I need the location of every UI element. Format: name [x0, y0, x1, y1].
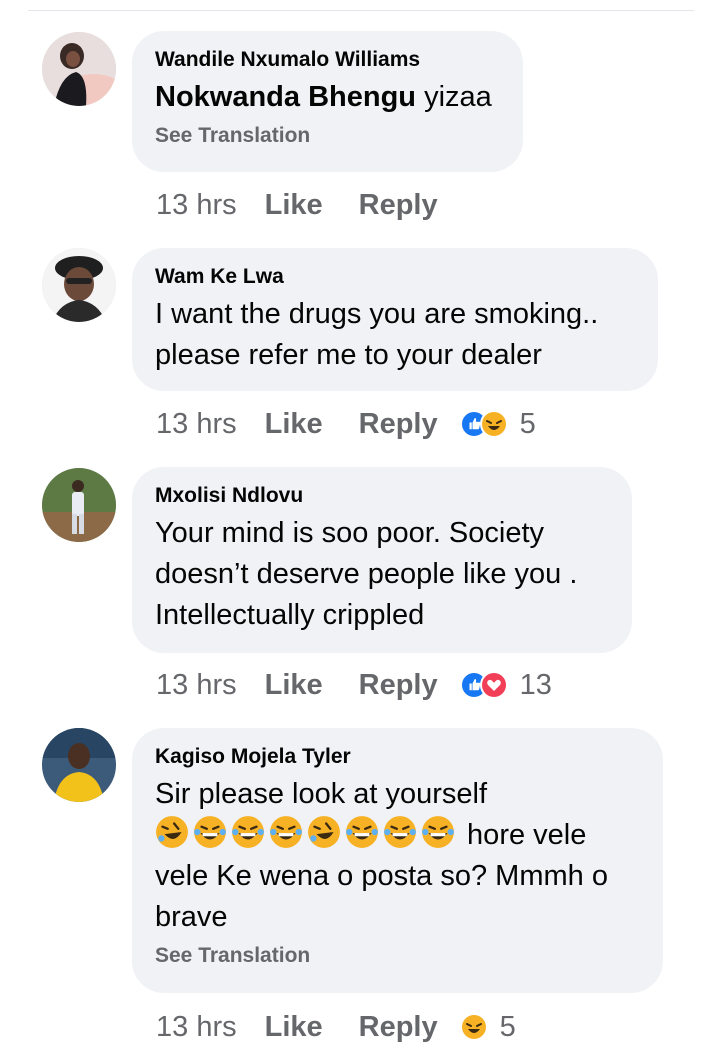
top-divider [28, 10, 694, 11]
rolling-laughing-emoji-icon [308, 816, 340, 848]
like-button[interactable]: Like [265, 669, 323, 702]
comment-timestamp[interactable]: 13 hrs [156, 189, 237, 222]
comment-text: I want the drugs you are smoking.. pleas… [155, 294, 634, 376]
comment-text-line: I want the drugs you are smoking.. [155, 298, 599, 330]
comment-bubble: Wam Ke Lwa I want the drugs you are smok… [132, 248, 658, 391]
comment-bubble: Wandile Nxumalo Williams Nokwanda Bhengu… [132, 31, 523, 172]
reply-button[interactable]: Reply [359, 408, 438, 441]
comment-text-line: vele Ke wena o posta so? Mmmh o [155, 860, 608, 892]
comment-text-span: yizaa [416, 81, 492, 113]
comment-actions: 13 hrs Like Reply 13 [156, 665, 552, 705]
comment-timestamp[interactable]: 13 hrs [156, 408, 237, 441]
comment-timestamp[interactable]: 13 hrs [156, 669, 237, 702]
avatar-photo [42, 248, 116, 322]
comment-author[interactable]: Kagiso Mojela Tyler [155, 744, 639, 770]
see-translation-link[interactable]: See Translation [155, 944, 639, 968]
avatar[interactable] [42, 468, 116, 542]
comment-actions: 13 hrs Like Reply [156, 185, 460, 225]
laughing-tears-emoji-icon [422, 816, 454, 848]
reaction-count: 5 [519, 407, 536, 440]
avatar-photo [42, 32, 116, 106]
love-reaction-icon [479, 671, 508, 699]
comment-actions: 13 hrs Like Reply 5 [156, 1007, 516, 1047]
laughing-tears-emoji-icon [346, 816, 378, 848]
comment-text-line: doesn’t deserve people like you . [155, 558, 578, 590]
like-button[interactable]: Like [265, 189, 323, 222]
comment-bubble: Mxolisi Ndlovu Your mind is soo poor. So… [132, 467, 632, 653]
comment-text: Your mind is soo poor. Society doesn’t d… [155, 513, 608, 636]
see-translation-link[interactable]: See Translation [155, 124, 499, 148]
reaction-count: 13 [519, 668, 552, 701]
haha-reaction-icon [479, 410, 508, 438]
comment-text: Nokwanda Bhengu yizaa [155, 77, 499, 118]
comment-author[interactable]: Wam Ke Lwa [155, 264, 634, 290]
comment-actions: 13 hrs Like Reply 5 [156, 404, 536, 444]
avatar[interactable] [42, 728, 116, 802]
comment-bubble: Kagiso Mojela Tyler Sir please look at y… [132, 728, 663, 993]
comment-text-span: hore vele [459, 819, 587, 851]
like-button[interactable]: Like [265, 1011, 323, 1044]
comment-text-line-emoji: hore vele [155, 815, 639, 856]
laughing-tears-emoji-icon [232, 816, 264, 848]
laughing-tears-emoji-icon [194, 816, 226, 848]
mention-link[interactable]: Nokwanda Bhengu [155, 81, 416, 113]
comment-timestamp[interactable]: 13 hrs [156, 1011, 237, 1044]
reaction-summary[interactable]: 13 [459, 668, 552, 702]
comment-author[interactable]: Wandile Nxumalo Williams [155, 47, 499, 73]
avatar[interactable] [42, 32, 116, 106]
reply-button[interactable]: Reply [359, 189, 438, 222]
avatar-photo [42, 728, 116, 802]
haha-reaction-icon [459, 1013, 488, 1041]
comment-text-line: Your mind is soo poor. Society [155, 517, 545, 549]
laughing-tears-emoji-icon [270, 816, 302, 848]
reply-button[interactable]: Reply [359, 1011, 438, 1044]
laughing-tears-emoji-icon [384, 816, 416, 848]
reply-button[interactable]: Reply [359, 669, 438, 702]
comment-text-line: Intellectually crippled [155, 599, 425, 631]
comment-text: Sir please look at yourself hore vele ve… [155, 774, 639, 938]
comment-author[interactable]: Mxolisi Ndlovu [155, 483, 608, 509]
reaction-summary[interactable]: 5 [459, 407, 536, 441]
comment-text-line: Sir please look at yourself [155, 778, 488, 810]
comment-text-line: brave [155, 901, 228, 933]
comment-text-line: please refer me to your dealer [155, 339, 542, 371]
reaction-summary[interactable]: 5 [459, 1010, 516, 1044]
avatar-photo [42, 468, 116, 542]
reaction-count: 5 [499, 1010, 516, 1043]
avatar[interactable] [42, 248, 116, 322]
like-button[interactable]: Like [265, 408, 323, 441]
rolling-laughing-emoji-icon [156, 816, 188, 848]
